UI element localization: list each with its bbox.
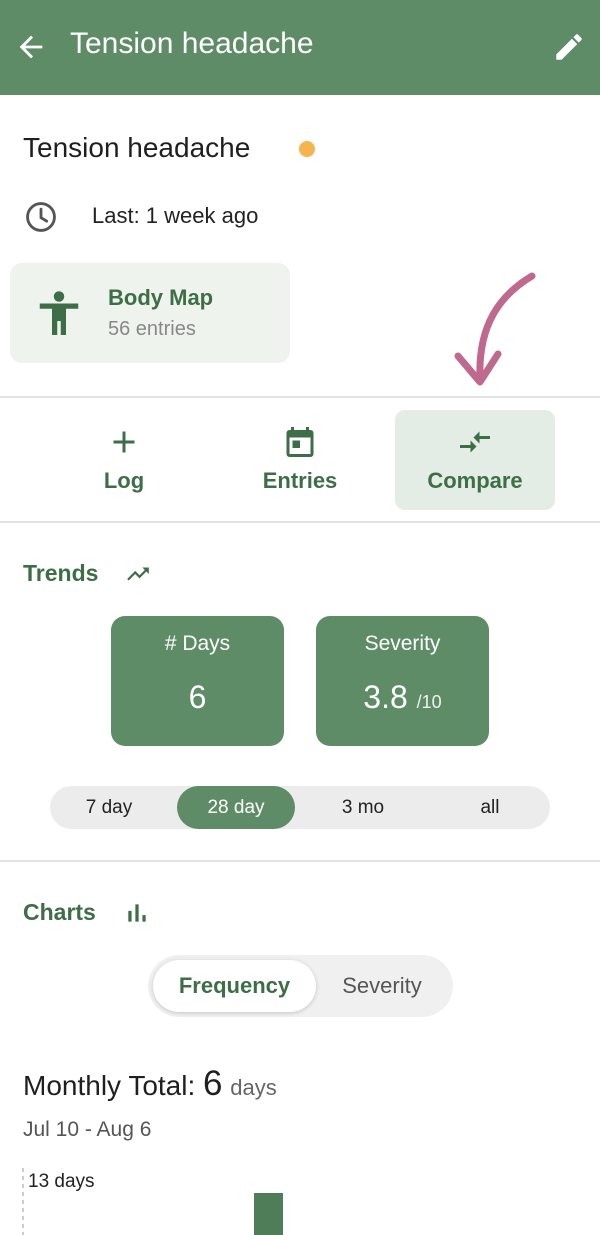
compare-arrows-icon <box>460 431 490 453</box>
compare-label: Compare <box>427 468 523 493</box>
days-stat-value: 6 <box>188 679 207 715</box>
log-button[interactable]: Log <box>44 410 204 510</box>
chart-axis-max-label: 13 days <box>28 1171 95 1192</box>
status-dot <box>299 141 315 157</box>
chart-bar <box>254 1193 283 1235</box>
person-icon <box>39 291 79 335</box>
range-3-mo[interactable]: 3 mo <box>304 786 422 829</box>
divider <box>0 521 600 523</box>
body-map-entries: 56 entries <box>108 318 196 340</box>
days-stat-card: # Days 6 <box>111 616 284 746</box>
range-28-day[interactable]: 28 day <box>177 786 295 829</box>
range-all[interactable]: all <box>431 786 549 829</box>
bar-chart-icon <box>128 904 146 922</box>
plus-icon <box>113 431 135 453</box>
annotation-arrow-icon <box>454 272 536 386</box>
app-bar-title: Tension headache <box>70 27 314 60</box>
range-selector: 7 day 28 day 3 mo all <box>50 786 550 829</box>
body-map-card[interactable]: Body Map 56 entries <box>10 263 290 363</box>
app-bar: Tension headache <box>0 0 600 95</box>
pencil-icon[interactable] <box>552 30 586 64</box>
entries-button[interactable]: Entries <box>220 410 380 510</box>
severity-stat-unit: /10 <box>416 692 442 712</box>
last-occurrence: Last: 1 week ago <box>92 203 259 228</box>
monthly-total-label: Monthly Total: <box>23 1070 196 1101</box>
body-map-title: Body Map <box>108 285 214 310</box>
monthly-total-value: 6 <box>203 1064 223 1103</box>
severity-stat-value: 3.8 <box>363 679 408 715</box>
divider <box>0 860 600 862</box>
charts-heading: Charts <box>23 899 96 925</box>
monthly-total-unit: days <box>230 1075 277 1100</box>
trending-up-icon <box>127 567 149 581</box>
frequency-chart: 13 days <box>22 1168 283 1235</box>
severity-stat-card: Severity 3.8 /10 <box>316 616 489 746</box>
date-range: Jul 10 - Aug 6 <box>23 1118 152 1141</box>
calendar-icon <box>286 427 314 457</box>
days-stat-label: # Days <box>164 632 231 655</box>
monthly-total: Monthly Total: 6 days <box>23 1064 277 1104</box>
arrow-back-icon[interactable] <box>14 30 48 64</box>
chart-type-toggle: Frequency Severity <box>148 955 453 1017</box>
tab-severity[interactable]: Severity <box>318 960 446 1012</box>
condition-title: Tension headache <box>23 132 251 163</box>
severity-stat-value-wrap: 3.8 /10 <box>316 679 489 716</box>
divider <box>0 396 600 398</box>
range-7-day[interactable]: 7 day <box>50 786 168 829</box>
trends-heading: Trends <box>23 560 99 586</box>
clock-icon <box>26 202 56 232</box>
compare-button[interactable]: Compare <box>395 410 555 510</box>
tab-frequency[interactable]: Frequency <box>153 960 316 1012</box>
log-label: Log <box>103 468 145 493</box>
entries-label: Entries <box>262 468 338 493</box>
severity-stat-label: Severity <box>364 632 441 655</box>
